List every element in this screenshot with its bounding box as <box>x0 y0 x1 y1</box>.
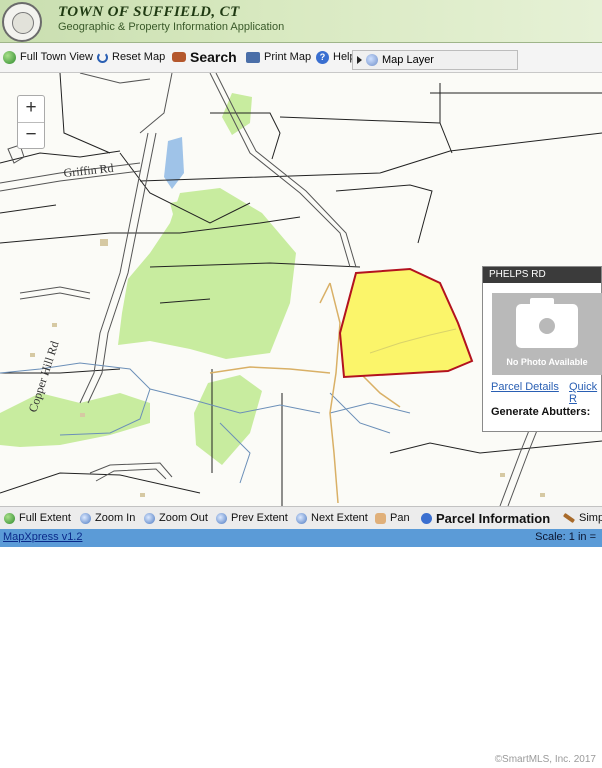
prev-extent-label: Prev Extent <box>231 512 288 524</box>
printer-icon <box>246 51 260 63</box>
help-button[interactable]: ? Help <box>316 48 356 66</box>
next-extent-icon <box>296 512 307 524</box>
parcel-details-link[interactable]: Parcel Details <box>491 381 559 393</box>
road-label-griffin: Griffin Rd <box>63 161 114 180</box>
status-bar: MapXpress v1.2 Scale: 1 in = <box>0 529 602 547</box>
zoom-in-icon <box>80 512 91 524</box>
globe-icon <box>4 512 15 524</box>
zoom-out-tool-button[interactable]: Zoom Out <box>144 510 208 526</box>
reset-map-button[interactable]: Reset Map <box>97 48 165 66</box>
app-title: TOWN OF SUFFIELD, CT <box>58 4 240 20</box>
simple-tool-button[interactable]: Simp <box>562 510 602 526</box>
wetland-areas <box>0 93 296 465</box>
version-link[interactable]: MapXpress v1.2 <box>3 531 82 543</box>
map-layer-dropdown[interactable]: Map Layer <box>352 50 518 70</box>
pond <box>164 137 184 189</box>
full-extent-button[interactable]: Full Extent <box>4 510 71 526</box>
town-seal-icon <box>2 2 42 42</box>
selected-parcel[interactable] <box>338 267 474 379</box>
bottom-toolbar: Full Extent Zoom In Zoom Out Prev Extent… <box>0 506 602 529</box>
help-icon: ? <box>316 50 329 64</box>
pan-button[interactable]: Pan <box>375 510 410 526</box>
no-photo-text: No Photo Available <box>506 357 588 367</box>
full-town-view-label: Full Town View <box>20 51 93 63</box>
generate-abutters-label: Generate Abutters: <box>491 406 591 418</box>
search-label: Search <box>190 49 237 65</box>
next-extent-button[interactable]: Next Extent <box>296 510 368 526</box>
quick-report-link[interactable]: Quick R <box>569 381 601 405</box>
pencil-icon <box>562 512 576 524</box>
reset-map-label: Reset Map <box>112 51 166 63</box>
parcel-information-button[interactable]: Parcel Information <box>421 510 550 526</box>
copyright-text: ©SmartMLS, Inc. 2017 <box>494 754 596 765</box>
print-map-button[interactable]: Print Map <box>246 48 311 66</box>
binoculars-icon <box>172 52 186 62</box>
camera-icon <box>516 298 578 348</box>
zoom-in-button[interactable]: + <box>18 96 44 122</box>
popup-title: PHELPS RD <box>483 267 601 283</box>
next-extent-label: Next Extent <box>311 512 368 524</box>
zoom-out-icon <box>144 512 155 524</box>
zoom-control: + − <box>17 95 45 149</box>
info-icon <box>421 512 432 524</box>
zoom-out-button[interactable]: − <box>18 122 44 149</box>
zoom-in-tool-button[interactable]: Zoom In <box>80 510 135 526</box>
prev-extent-button[interactable]: Prev Extent <box>216 510 288 526</box>
scale-readout: Scale: 1 in = <box>535 531 596 543</box>
layers-icon <box>366 54 378 66</box>
zoom-in-label: Zoom In <box>95 512 136 524</box>
prev-extent-icon <box>216 512 227 524</box>
full-town-view-button[interactable]: Full Town View <box>3 48 93 66</box>
parcel-popup: PHELPS RD No Photo Available Parcel Deta… <box>482 266 602 432</box>
print-map-label: Print Map <box>264 51 312 63</box>
map-layer-label: Map Layer <box>382 54 434 66</box>
app-banner: TOWN OF SUFFIELD, CT Geographic & Proper… <box>0 0 602 43</box>
pan-label: Pan <box>390 512 410 524</box>
simple-tool-label: Simp <box>579 512 602 524</box>
search-button[interactable]: Search <box>172 48 237 66</box>
full-extent-label: Full Extent <box>19 512 71 524</box>
app-subtitle: Geographic & Property Information Applic… <box>58 21 285 33</box>
hand-icon <box>375 512 386 524</box>
no-photo-placeholder: No Photo Available <box>492 293 602 375</box>
expand-arrow-icon <box>357 56 362 64</box>
zoom-out-label: Zoom Out <box>159 512 208 524</box>
globe-icon <box>3 50 16 64</box>
refresh-icon <box>97 51 108 63</box>
parcel-information-label: Parcel Information <box>436 510 551 526</box>
